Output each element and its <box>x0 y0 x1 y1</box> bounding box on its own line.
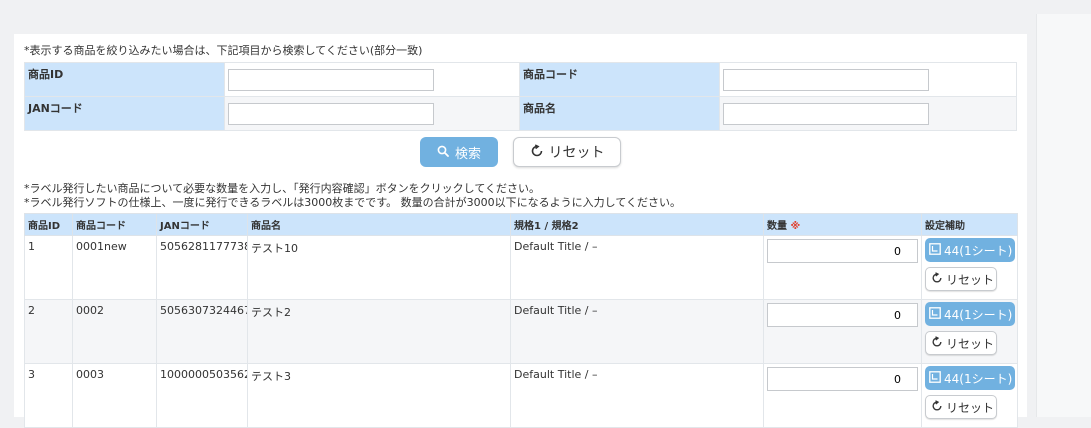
top-bar <box>14 14 1036 34</box>
cell-product-name: テスト2 <box>247 299 511 364</box>
cell-jan-code: 1000000503562 <box>156 363 248 428</box>
refresh-icon <box>931 272 943 286</box>
search-icon <box>437 145 449 160</box>
quantity-input[interactable] <box>767 303 918 327</box>
quantity-input[interactable] <box>767 367 918 391</box>
cell-product-name: テスト10 <box>247 235 511 300</box>
one-sheet-button[interactable]: 44(1シート) <box>925 366 1015 390</box>
header-assist: 設定補助 <box>921 213 1018 236</box>
cell-spec: Default Title / – <box>510 363 764 428</box>
product-name-input[interactable] <box>723 102 929 125</box>
header-product-id: 商品ID <box>24 213 73 236</box>
sheet-icon <box>929 307 941 321</box>
search-instruction: *表示する商品を絞り込みたい場合は、下記項目から検索してください(部分一致) <box>24 44 423 57</box>
row-reset-button[interactable]: リセット <box>925 267 997 291</box>
header-quantity: 数量 ※ <box>763 213 922 236</box>
product-name-label: 商品名 <box>519 96 720 131</box>
table-row: 2 0002 5056307324467 テスト2 Default Title … <box>24 299 1018 364</box>
row-reset-label: リセット <box>946 336 995 351</box>
header-product-name: 商品名 <box>247 213 511 236</box>
refresh-icon <box>530 143 544 161</box>
one-sheet-button[interactable]: 44(1シート) <box>925 238 1015 262</box>
cell-product-code: 0001new <box>72 235 157 300</box>
product-code-input[interactable] <box>723 68 929 91</box>
cell-product-code: 0003 <box>72 363 157 428</box>
cell-product-id: 1 <box>24 235 73 300</box>
product-id-label: 商品ID <box>24 62 225 97</box>
sheet-icon <box>929 371 941 385</box>
header-quantity-label: 数量 <box>767 221 787 232</box>
header-spec: 規格1 / 規格2 <box>510 213 764 236</box>
cell-jan-code: 5056281177738 <box>156 235 248 300</box>
search-button-label: 検索 <box>454 146 481 162</box>
one-sheet-button[interactable]: 44(1シート) <box>925 302 1015 326</box>
one-sheet-label: 44(1シート) <box>944 243 1013 258</box>
one-sheet-label: 44(1シート) <box>944 371 1013 386</box>
cell-jan-code: 5056307324467 <box>156 299 248 364</box>
right-sidebar <box>1036 14 1091 417</box>
refresh-icon <box>931 336 943 350</box>
quantity-input[interactable] <box>767 239 918 263</box>
refresh-icon <box>931 400 943 414</box>
row-reset-button[interactable]: リセット <box>925 395 997 419</box>
cell-product-code: 0002 <box>72 299 157 364</box>
search-button[interactable]: 検索 <box>420 137 498 167</box>
table-row: 3 0003 1000000503562 テスト3 Default Title … <box>24 363 1018 428</box>
search-form: 商品ID 商品コード JANコード 商品名 <box>24 62 1017 131</box>
sheet-icon <box>929 243 941 257</box>
row-reset-label: リセット <box>946 400 995 415</box>
cell-product-id: 3 <box>24 363 73 428</box>
jan-code-input[interactable] <box>228 102 434 125</box>
product-code-label: 商品コード <box>519 62 720 97</box>
one-sheet-label: 44(1シート) <box>944 307 1013 322</box>
cell-product-name: テスト3 <box>247 363 511 428</box>
jan-code-label: JANコード <box>24 96 225 131</box>
cell-spec: Default Title / – <box>510 235 764 300</box>
required-mark: ※ <box>790 221 801 232</box>
header-jan-code: JANコード <box>156 213 248 236</box>
row-reset-button[interactable]: リセット <box>925 331 997 355</box>
reset-search-label: リセット <box>548 145 605 161</box>
reset-search-button[interactable]: リセット <box>513 137 621 167</box>
header-product-code: 商品コード <box>72 213 157 236</box>
cell-product-id: 2 <box>24 299 73 364</box>
cell-spec: Default Title / – <box>510 299 764 364</box>
product-id-input[interactable] <box>228 68 434 91</box>
table-row: 1 0001new 5056281177738 テスト10 Default Ti… <box>24 235 1018 300</box>
note-line-2: *ラベル発行ソフトの仕様上、一度に発行できるラベルは3000枚までです。 数量の… <box>24 196 682 209</box>
label-table: 商品ID 商品コード JANコード 商品名 規格1 / 規格2 数量 ※ 設定補… <box>24 213 1018 428</box>
row-reset-label: リセット <box>946 272 995 287</box>
